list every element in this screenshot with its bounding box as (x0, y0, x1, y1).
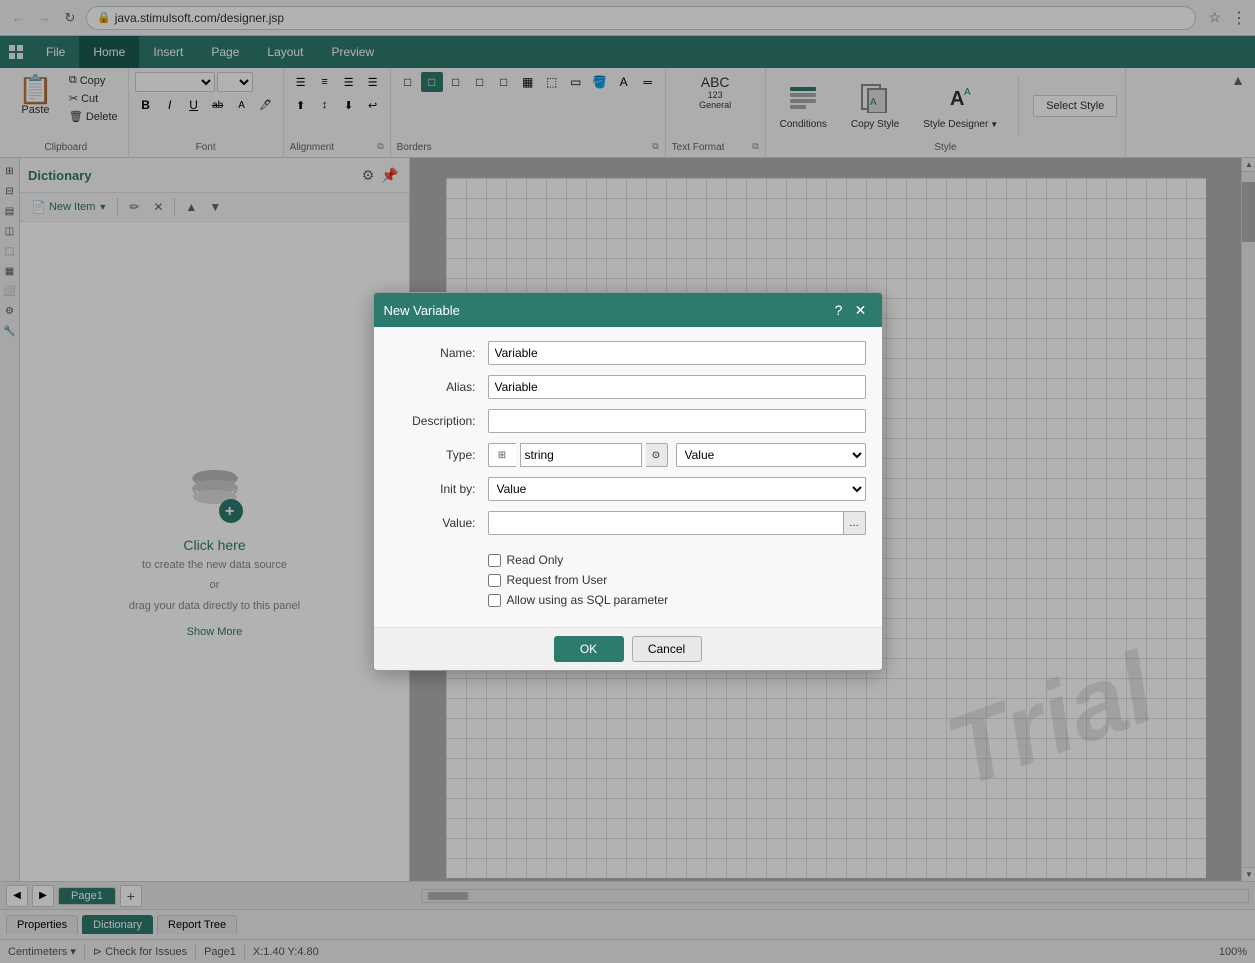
modal-overlay: New Variable ? ✕ Name: Alias: Descriptio… (0, 0, 1255, 963)
modal-name-row: Name: (390, 341, 866, 365)
value-browse-button[interactable]: … (844, 511, 866, 535)
modal-header: New Variable ? ✕ (374, 293, 882, 327)
value-label: Value: (390, 516, 480, 530)
ok-button[interactable]: OK (554, 636, 624, 662)
readonly-label[interactable]: Read Only (507, 553, 564, 567)
readonly-checkbox[interactable] (488, 554, 501, 567)
alias-input[interactable] (488, 375, 866, 399)
modal-initby-row: Init by: Value Expression None (390, 477, 866, 501)
request-from-user-checkbox[interactable] (488, 574, 501, 587)
modal-value-row: Value: … (390, 511, 866, 535)
value-input-container: … (488, 511, 866, 535)
allow-sql-row: Allow using as SQL parameter (488, 593, 866, 607)
description-input[interactable] (488, 409, 866, 433)
type-dropdown-button[interactable]: ⊙ (646, 443, 668, 467)
initby-label: Init by: (390, 482, 480, 496)
type-db-icon: ⊞ (498, 450, 506, 461)
modal-type-row: Type: ⊞ string ⊙ Value Expression None (390, 443, 866, 467)
allow-sql-checkbox[interactable] (488, 594, 501, 607)
modal-footer: OK Cancel (374, 627, 882, 670)
request-user-row: Request from User (488, 573, 866, 587)
modal-description-row: Description: (390, 409, 866, 433)
readonly-row: Read Only (488, 553, 866, 567)
new-variable-modal: New Variable ? ✕ Name: Alias: Descriptio… (373, 292, 883, 671)
alias-label: Alias: (390, 380, 480, 394)
modal-help-button[interactable]: ? (828, 299, 850, 321)
value-type-select[interactable]: Value Expression None (676, 443, 866, 467)
type-icon-box: ⊞ (488, 443, 516, 467)
request-from-user-label[interactable]: Request from User (507, 573, 608, 587)
type-label: Type: (390, 448, 480, 462)
modal-close-button[interactable]: ✕ (850, 299, 872, 321)
description-label: Description: (390, 414, 480, 428)
allow-sql-label[interactable]: Allow using as SQL parameter (507, 593, 669, 607)
type-selector: ⊞ string ⊙ (488, 443, 668, 467)
modal-body: Name: Alias: Description: Type: ⊞ (374, 327, 882, 627)
initby-select[interactable]: Value Expression None (488, 477, 866, 501)
name-input[interactable] (488, 341, 866, 365)
type-text: string (520, 443, 642, 467)
modal-alias-row: Alias: (390, 375, 866, 399)
name-label: Name: (390, 346, 480, 360)
modal-title: New Variable (384, 303, 828, 318)
value-input[interactable] (488, 511, 844, 535)
cancel-button[interactable]: Cancel (632, 636, 702, 662)
